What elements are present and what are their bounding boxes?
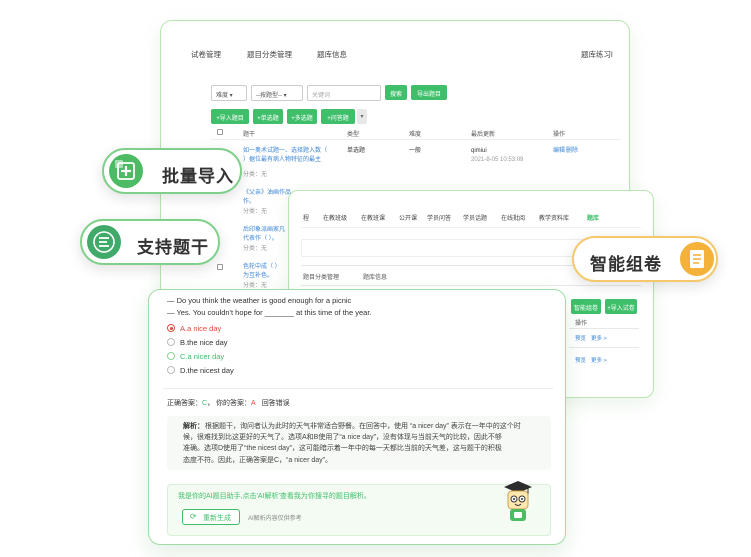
nav-category-management[interactable]: 题目分类管理 [247,49,292,60]
bulk-import-label: 批量导入 [162,167,234,186]
top-nav: 试卷管理 题目分类管理 题库信息 题库练习l [161,45,629,65]
add-qa-button[interactable]: +问答题 [321,109,355,124]
row-stem-line2[interactable]: 为互补色。 [243,272,273,281]
analysis-line: 准确。选项D使用了“the nicest day”，这可能暗示着一年中的每一天都… [183,445,502,453]
import-paper-button[interactable]: +导入试卷 [605,299,637,314]
radio-icon[interactable] [167,338,175,346]
analysis-line: 根据题干，询问者认为此时的天气非常适合野餐。在回答中，使用 “a nicer d… [205,423,521,430]
row-stem-line1[interactable]: 色轮中成（ ） [243,263,281,272]
radio-selected-icon[interactable] [167,324,175,332]
row-difficulty: 一般 [409,148,422,154]
nav-course[interactable]: 程 [303,213,309,222]
ai-disclaimer: AI解析内容仅供参考 [248,516,302,522]
nav-teaching-class[interactable]: 在教班级 [323,213,347,222]
nav-online-review[interactable]: 在线批阅 [501,213,525,222]
search-button[interactable]: 搜索 [385,85,407,100]
add-multi-choice-button[interactable]: +多选题 [287,109,317,124]
row-stem-line1[interactable]: 如一奥术试题一、选择题入数（ [243,147,327,156]
row-stem-line2[interactable]: 代表作（ ）。 [243,235,278,244]
type-select[interactable]: --按题型-- ▾ [251,85,303,101]
radio-icon[interactable] [167,366,175,374]
refresh-icon: ⟳ [190,512,197,521]
ai-assistant-box: 我是你的AI题目助手,点击'AI解析'查看我为你搜寻的题目解析。 ⟳ 重新生成 … [167,481,551,536]
col-actions: 操作 [575,321,588,327]
analysis-line: 态度不符。因此，正确答案是C，“a nicer day”。 [183,456,332,464]
analysis-content: 根据题干，询问者认为此时的天气非常适合野餐。在回答中，使用 “a nicer d… [183,421,549,466]
col-divider [569,328,639,329]
row-stem-line1[interactable]: 《父亲》油画作品 [243,189,291,198]
nav-student-topics[interactable]: 学员话题 [463,213,487,222]
nav-open-course[interactable]: 公开课 [399,213,417,222]
nav-question-bank[interactable]: 题库 [587,213,599,222]
nav-teaching-course[interactable]: 在教班课 [361,213,385,222]
row-stem-line2[interactable]: ）据位最有病人物特征的最主 [243,156,321,165]
your-answer-value: A [251,400,256,407]
list-icon [87,225,121,259]
difficulty-select[interactable]: 难度 ▾ [211,85,247,101]
analysis-line: 候，很难找到比这更好的天气了。选项A和B使用了“a nice day”，没有体现… [183,434,502,442]
radio-icon[interactable] [167,352,175,360]
col-actions: 操作 [553,132,566,138]
col-difficulty: 难度 [409,132,422,138]
smart-paper-button[interactable]: 智能组卷 [571,299,601,314]
col-stem: 题干 [243,132,256,138]
support-stem-label: 支持题干 [137,238,209,257]
answer-divider [163,388,553,389]
row-updater: qimiui [471,148,487,154]
correct-answer-label: 正确答案： [167,400,202,407]
nav-student-qa[interactable]: 学员问答 [427,213,451,222]
question-detail-card: — Do you think the weather is good enoug… [148,289,566,545]
answer-summary: 正确答案：C， 你的答案：A 回答错误 [167,398,290,408]
analysis-box: 解析： 根据题干，询问者认为此时的天气非常适合野餐。在回答中，使用 “a nic… [167,416,551,470]
sub-nav-category[interactable]: 题目分类管理 [303,272,339,281]
col-type: 类型 [347,132,360,138]
row-divider [569,347,639,348]
row-stem-line2[interactable]: 作。 [243,198,255,207]
sub-nav-bank-info[interactable]: 题库信息 [363,272,387,281]
header-divider [211,139,621,140]
smart-paper-label: 智能组卷 [590,255,662,274]
row-stem-line1[interactable]: 后印象派画家凡 [243,226,285,235]
row-type: 单选题 [347,148,366,154]
row-checkbox[interactable] [217,264,223,270]
result-text: 回答错误 [261,400,290,407]
nav-bank-info[interactable]: 题库信息 [317,49,347,60]
more-dropdown-icon[interactable]: ▾ [357,109,367,124]
select-all-checkbox[interactable] [217,129,223,135]
nav-divider [301,227,641,228]
row-updated-time: 2021-8-05 10:53:09 [471,157,524,163]
row-category: 分类：无 [243,246,268,252]
question-line-2: — Yes. You couldn't hope for _______ at … [167,308,372,317]
import-question-button[interactable]: +导入题目 [211,109,249,124]
nav-teaching-materials[interactable]: 教学资料库 [539,213,569,222]
document-icon [680,242,714,276]
support-stem-badge: 支持题干 [80,219,220,265]
row-delete-link[interactable]: 删除 [566,147,578,156]
nav-exam-management[interactable]: 试卷管理 [191,49,221,60]
question-line-1: — Do you think the weather is good enoug… [167,296,352,305]
export-button[interactable]: 导出题目 [411,85,447,100]
add-single-choice-button[interactable]: +单选题 [253,109,283,124]
bulk-import-icon [109,154,143,188]
more-link[interactable]: 更多 > [591,356,607,364]
col-updated: 最后更新 [471,132,496,138]
bulk-import-badge: 批量导入 [102,148,242,194]
row-edit-link[interactable]: 编辑 [553,147,565,156]
row-category: 分类：无 [243,209,268,215]
regenerate-button[interactable]: ⟳ 重新生成 [182,509,240,525]
robot-mascot-icon [498,479,538,525]
preview-link[interactable]: 预览 [575,356,586,364]
sub-nav-divider [301,285,641,286]
more-link[interactable]: 更多 > [591,334,607,342]
ai-prompt: 我是你的AI题目助手,点击'AI解析'查看我为你搜寻的题目解析。 [178,493,371,500]
preview-link[interactable]: 预览 [575,334,586,342]
nav-bank-practice[interactable]: 题库练习l [581,49,613,60]
row-category: 分类：无 [243,172,268,178]
your-answer-label: ， 你的答案： [207,400,252,407]
keyword-input[interactable]: 关键词 [307,85,381,101]
smart-paper-badge: 智能组卷 [572,236,718,282]
